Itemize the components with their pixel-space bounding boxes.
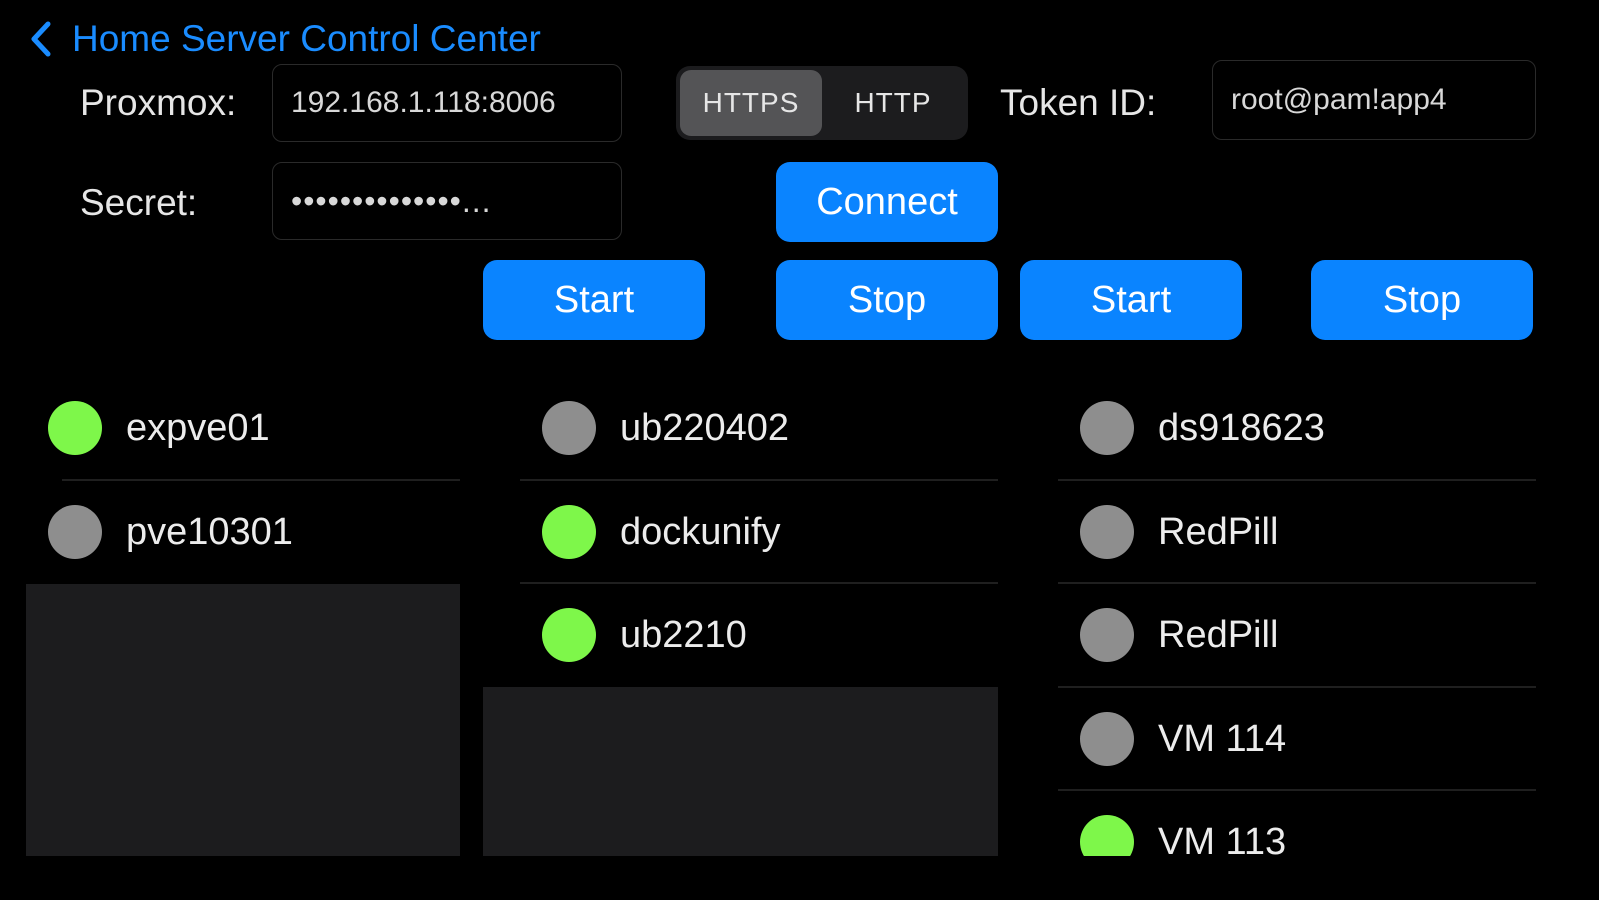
list-item[interactable]: VM 114 [1080,687,1536,791]
list-item[interactable]: ds918623 [1080,376,1536,480]
list-item[interactable]: RedPill [1080,583,1536,687]
list-item-label: VM 113 [1158,820,1287,857]
status-dot [1080,608,1134,662]
list-item-label: RedPill [1158,613,1279,656]
list-item[interactable]: VM 113 [1080,790,1536,856]
vm-list-b: ds918623 RedPill RedPill VM 114 VM 113 [0,0,1599,856]
list-item-label: ds918623 [1158,406,1325,449]
status-dot [1080,401,1134,455]
list-item-label: VM 114 [1158,717,1287,760]
status-dot [1080,505,1134,559]
list-item-label: RedPill [1158,510,1279,553]
status-dot [1080,815,1134,856]
status-dot [1080,712,1134,766]
list-item[interactable]: RedPill [1080,480,1536,584]
